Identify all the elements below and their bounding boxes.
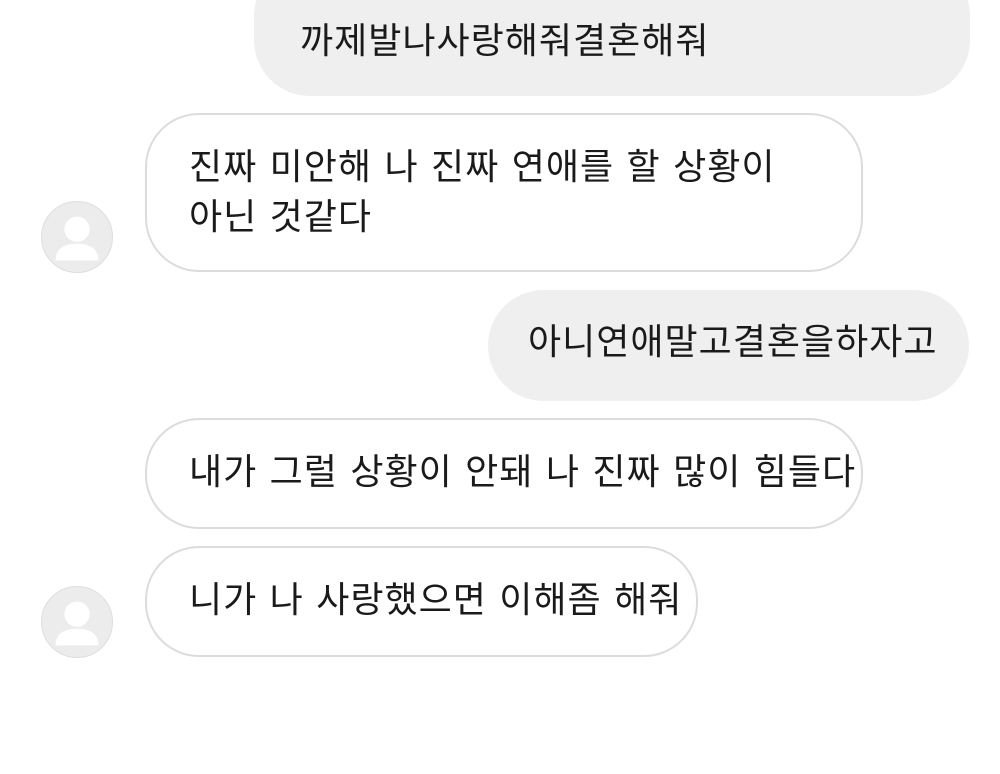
message-text: 까제발나사랑해줘결혼해줘 [300,21,710,62]
message-bubble-sent[interactable]: 아니연애말고결혼을하자고 [488,290,969,401]
message-text: 내가 그럴 상황이 안돼 나 진짜 많이 힘들다 [189,452,857,493]
message-text: 아니연애말고결혼을하자고 [528,322,938,363]
message-bubble-received[interactable]: 내가 그럴 상황이 안돼 나 진짜 많이 힘들다 [145,418,863,529]
default-profile-icon [55,216,99,261]
message-bubble-received[interactable]: 니가 나 사랑했으면 이해좀 해줘 [145,546,698,657]
avatar[interactable] [41,201,113,273]
avatar[interactable] [41,586,113,658]
message-text: 진짜 미안해 나 진짜 연애를 할 상황이 아닌 것같다 [189,147,776,238]
message-bubble-received[interactable]: 진짜 미안해 나 진짜 연애를 할 상황이 아닌 것같다 [145,113,863,272]
message-bubble-sent[interactable]: 까제발나사랑해줘결혼해줘 [254,0,970,96]
default-profile-icon [55,601,99,646]
message-text: 니가 나 사랑했으면 이해좀 해줘 [189,580,683,621]
